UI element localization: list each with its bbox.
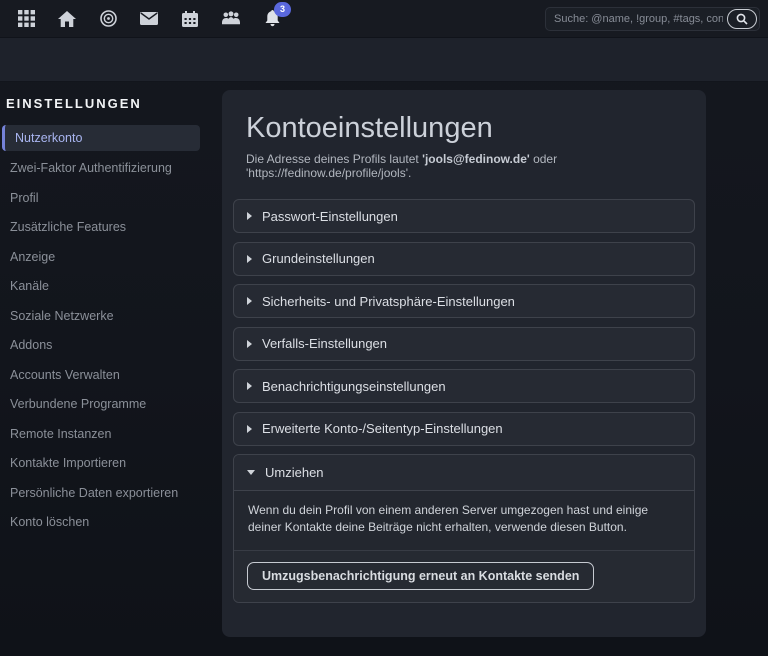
sidebar-item-anzeige[interactable]: Anzeige bbox=[0, 243, 210, 271]
apps-menu-icon[interactable] bbox=[17, 10, 35, 28]
sidebar-item-remote-instanzen[interactable]: Remote Instanzen bbox=[0, 420, 210, 448]
accordion-label: Grundeinstellungen bbox=[262, 251, 375, 266]
caret-down-icon bbox=[247, 470, 255, 475]
accordion-label: Benachrichtigungseinstellungen bbox=[262, 379, 446, 394]
accordion-label: Verfalls-Einstellungen bbox=[262, 336, 387, 351]
sidebar-item-profil[interactable]: Profil bbox=[0, 184, 210, 212]
sidebar-item-nutzerkonto[interactable]: Nutzerkonto bbox=[2, 125, 200, 151]
search-icon bbox=[736, 13, 748, 25]
sidebar-item-konto-loeschen[interactable]: Konto löschen bbox=[0, 508, 210, 536]
mail-icon[interactable] bbox=[140, 10, 158, 28]
accordion-passwort-einstellungen[interactable]: Passwort-Einstellungen bbox=[233, 199, 695, 233]
accordion-verfalls-einstellungen[interactable]: Verfalls-Einstellungen bbox=[233, 327, 695, 361]
profile-url: 'https://fedinow.de/profile/jools' bbox=[246, 166, 408, 180]
caret-right-icon bbox=[247, 297, 252, 305]
accordion-sicherheits-privatsphaere[interactable]: Sicherheits- und Privatsphäre-Einstellun… bbox=[233, 284, 695, 318]
umziehen-footer: Umzugsbenachrichtigung erneut an Kontakt… bbox=[234, 551, 694, 602]
accordion-umziehen-header[interactable]: Umziehen bbox=[234, 455, 694, 491]
contacts-group-icon[interactable] bbox=[222, 10, 240, 28]
caret-right-icon bbox=[247, 340, 252, 348]
accordion-label: Erweiterte Konto-/Seitentyp-Einstellunge… bbox=[262, 421, 503, 436]
sidebar-item-verbundene-programme[interactable]: Verbundene Programme bbox=[0, 390, 210, 418]
banner-band bbox=[0, 38, 768, 82]
sidebar-item-accounts-verwalten[interactable]: Accounts Verwalten bbox=[0, 361, 210, 389]
home-icon[interactable] bbox=[58, 10, 76, 28]
caret-right-icon bbox=[247, 255, 252, 263]
sidebar-heading: EINSTELLUNGEN bbox=[0, 92, 210, 115]
account-settings-panel: Kontoeinstellungen Die Adresse deines Pr… bbox=[222, 90, 706, 637]
top-navbar: 3 bbox=[0, 0, 768, 38]
caret-right-icon bbox=[247, 212, 252, 220]
accordion-label: Sicherheits- und Privatsphäre-Einstellun… bbox=[262, 294, 515, 309]
accordion-benachrichtigungseinstellungen[interactable]: Benachrichtigungseinstellungen bbox=[233, 369, 695, 403]
sidebar-item-zusaetzliche-features[interactable]: Zusätzliche Features bbox=[0, 213, 210, 241]
profile-handle: 'jools@fedinow.de' bbox=[422, 152, 530, 166]
sidebar-item-persoenliche-daten-exportieren[interactable]: Persönliche Daten exportieren bbox=[0, 479, 210, 507]
settings-sidebar: EINSTELLUNGEN Nutzerkonto Zwei-Faktor Au… bbox=[0, 92, 210, 538]
caret-right-icon bbox=[247, 425, 252, 433]
profile-address-text: Die Adresse deines Profils lautet 'jools… bbox=[246, 152, 682, 180]
page-title: Kontoeinstellungen bbox=[246, 112, 682, 145]
accordion-label: Umziehen bbox=[265, 465, 324, 480]
sidebar-item-zwei-faktor-authentifizierung[interactable]: Zwei-Faktor Authentifizierung bbox=[0, 154, 210, 182]
notification-badge[interactable]: 3 bbox=[274, 2, 291, 17]
accordion-grundeinstellungen[interactable]: Grundeinstellungen bbox=[233, 242, 695, 276]
calendar-icon[interactable] bbox=[181, 10, 199, 28]
accordion-label: Passwort-Einstellungen bbox=[262, 209, 398, 224]
notifications-bell-icon[interactable]: 3 bbox=[263, 10, 281, 28]
sidebar-item-kanaele[interactable]: Kanäle bbox=[0, 272, 210, 300]
resend-relocation-notification-button[interactable]: Umzugsbenachrichtigung erneut an Kontakt… bbox=[247, 562, 594, 590]
network-bullseye-icon[interactable] bbox=[99, 10, 117, 28]
sidebar-item-addons[interactable]: Addons bbox=[0, 331, 210, 359]
search-box bbox=[545, 7, 760, 31]
caret-right-icon bbox=[247, 382, 252, 390]
accordion-umziehen-expanded: Umziehen Wenn du dein Profil von einem a… bbox=[233, 454, 695, 603]
accordion-erweiterte-konto-seitentyp[interactable]: Erweiterte Konto-/Seitentyp-Einstellunge… bbox=[233, 412, 695, 446]
search-input[interactable] bbox=[546, 8, 727, 30]
umziehen-description: Wenn du dein Profil von einem anderen Se… bbox=[234, 491, 694, 551]
sidebar-item-kontakte-importieren[interactable]: Kontakte Importieren bbox=[0, 449, 210, 477]
search-button[interactable] bbox=[727, 9, 757, 29]
sidebar-item-soziale-netzwerke[interactable]: Soziale Netzwerke bbox=[0, 302, 210, 330]
navbar-icon-group: 3 bbox=[0, 10, 281, 28]
